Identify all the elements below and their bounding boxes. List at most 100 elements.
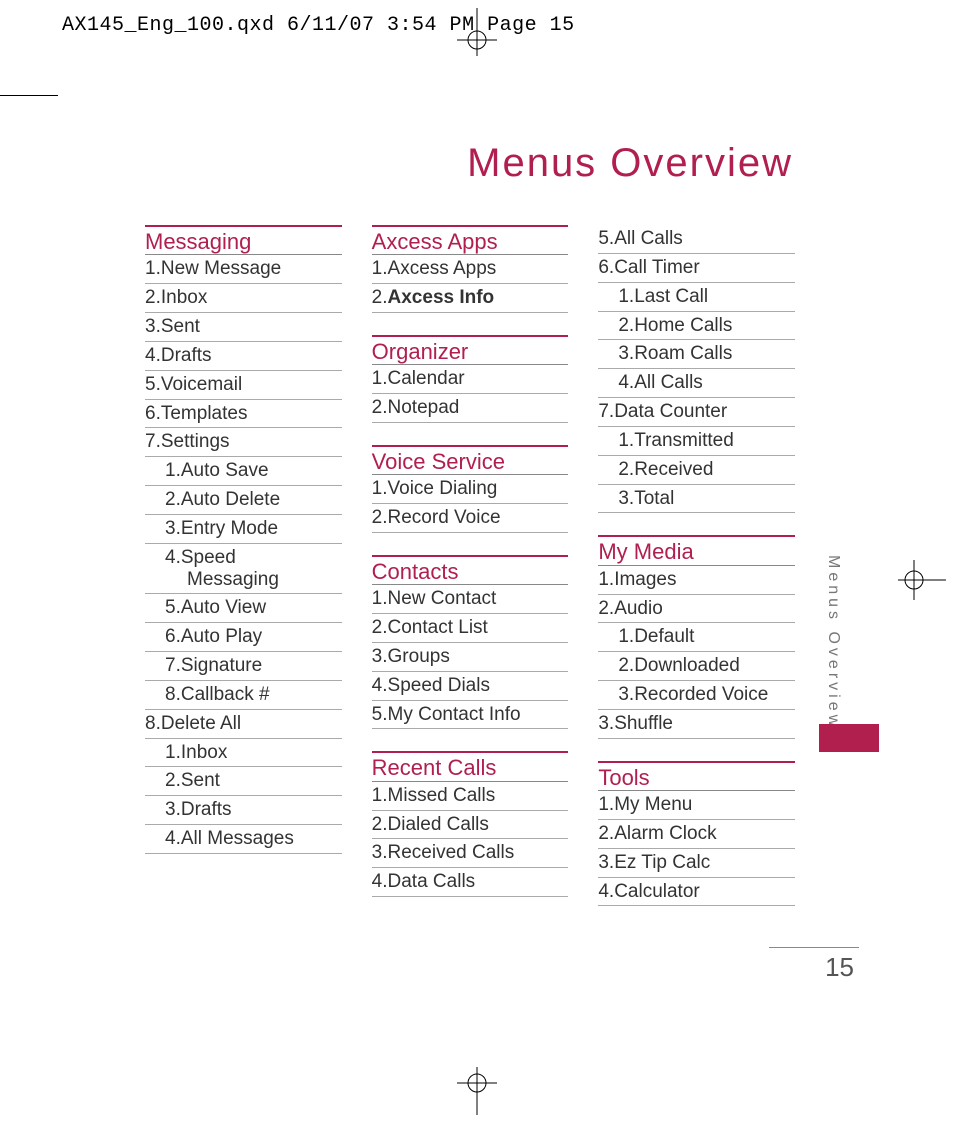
item-label: Axcess Info: [388, 287, 495, 308]
item-number: 1.: [618, 430, 634, 452]
item-number: 2.: [618, 315, 634, 337]
item-number: 4.: [598, 881, 614, 903]
item-number: 8.: [145, 713, 161, 735]
item-label: Contact List: [388, 617, 488, 638]
item-number: 3.: [145, 316, 161, 338]
submenu-item: 4. SpeedMessaging: [145, 544, 342, 595]
item-label: Delete All: [161, 713, 241, 734]
registration-mark-top-icon: [457, 8, 497, 56]
item-label: Speed: [181, 547, 236, 568]
section-title: Voice Service: [372, 445, 569, 475]
item-label: New Contact: [388, 588, 497, 609]
item-label: Alarm Clock: [614, 823, 716, 844]
menu-item: 5. My Contact Info: [372, 701, 569, 730]
menu-item: 1. Calendar: [372, 365, 569, 394]
menu-item: 2. Dialed Calls: [372, 811, 569, 840]
item-label: Auto Play: [181, 626, 262, 647]
item-number: 6.: [145, 403, 161, 425]
item-number: 3.: [598, 852, 614, 874]
item-label: All Messages: [181, 828, 294, 849]
menu-item: 5. Voicemail: [145, 371, 342, 400]
item-number: 2.: [372, 507, 388, 529]
item-number: 3.: [165, 799, 181, 821]
submenu-item: 3. Total: [598, 485, 795, 514]
item-number: 1.: [618, 286, 634, 308]
item-label: Auto Save: [181, 460, 269, 481]
menu-item: 3. Groups: [372, 643, 569, 672]
item-number: 1.: [145, 258, 161, 280]
item-number: 3.: [618, 684, 634, 706]
item-label: Default: [634, 626, 694, 647]
item-label: Auto Delete: [181, 489, 280, 510]
menu-item: 3. Ez Tip Calc: [598, 849, 795, 878]
submenu-item: 1. Inbox: [145, 739, 342, 768]
item-label: My Contact Info: [388, 704, 521, 725]
section-title: Organizer: [372, 335, 569, 365]
menu-item: 3. Sent: [145, 313, 342, 342]
menu-item: 1. New Contact: [372, 585, 569, 614]
item-number: 1.: [598, 569, 614, 591]
item-label: Shuffle: [614, 713, 673, 734]
item-number: 3.: [372, 646, 388, 668]
item-label: Axcess Apps: [388, 258, 497, 279]
section-title: Recent Calls: [372, 751, 569, 781]
thumb-tab-label: Menus Overview: [824, 555, 842, 730]
menu-item: 4. Speed Dials: [372, 672, 569, 701]
item-number: 6.: [165, 626, 181, 648]
item-number: 2.: [372, 617, 388, 639]
registration-mark-bottom-icon: [457, 1067, 497, 1115]
item-number: 2.: [145, 287, 161, 309]
submenu-item: 2. Received: [598, 456, 795, 485]
item-label: Templates: [161, 403, 248, 424]
item-number: 2.: [598, 823, 614, 845]
section-title: Tools: [598, 761, 795, 791]
item-number: 7.: [165, 655, 181, 677]
item-number: 1.: [372, 588, 388, 610]
item-label: Drafts: [181, 799, 232, 820]
submenu-item: 4. All Messages: [145, 825, 342, 854]
item-label: Record Voice: [388, 507, 501, 528]
menu-item: 1. Voice Dialing: [372, 475, 569, 504]
item-label: My Menu: [614, 794, 692, 815]
submenu-item: 1. Default: [598, 623, 795, 652]
item-label: Calculator: [614, 881, 700, 902]
menu-item: 1. Missed Calls: [372, 782, 569, 811]
item-label: Images: [614, 569, 676, 590]
submenu-item: 2. Auto Delete: [145, 486, 342, 515]
item-label: Last Call: [634, 286, 708, 307]
item-label: Audio: [614, 598, 663, 619]
item-label: Home Calls: [634, 315, 732, 336]
item-number: 4.: [372, 675, 388, 697]
menu-item: 7. Settings: [145, 428, 342, 457]
item-number: 7.: [145, 431, 161, 453]
menu-column: Messaging1. New Message2. Inbox3. Sent4.…: [145, 225, 342, 906]
menu-column: 5. All Calls6. Call Timer1. Last Call2. …: [598, 225, 795, 906]
item-label: Inbox: [161, 287, 207, 308]
submenu-item: 8. Callback #: [145, 681, 342, 710]
submenu-item: 3. Roam Calls: [598, 340, 795, 369]
item-number: 2.: [372, 287, 388, 309]
item-label: Inbox: [181, 742, 227, 763]
item-label: Voice Dialing: [388, 478, 498, 499]
item-label: Data Counter: [614, 401, 727, 422]
menu-item: 4. Calculator: [598, 878, 795, 907]
item-number: 2.: [372, 814, 388, 836]
menu-item: 2. Inbox: [145, 284, 342, 313]
item-label: Missed Calls: [388, 785, 496, 806]
section-title: Axcess Apps: [372, 225, 569, 255]
menu-item: 7. Data Counter: [598, 398, 795, 427]
submenu-item: 1. Auto Save: [145, 457, 342, 486]
menu-item: 6. Templates: [145, 400, 342, 429]
menu-item: 2. Audio: [598, 595, 795, 624]
menu-item: 4. Drafts: [145, 342, 342, 371]
item-number: 4.: [165, 828, 181, 850]
item-label: Received Calls: [388, 842, 515, 863]
menu-item: 2. Record Voice: [372, 504, 569, 533]
crop-mark-icon: [0, 95, 58, 96]
menu-item: 2. Notepad: [372, 394, 569, 423]
item-label: Settings: [161, 431, 230, 452]
submenu-item: 1. Transmitted: [598, 427, 795, 456]
item-label: Downloaded: [634, 655, 740, 676]
submenu-item: 3. Recorded Voice: [598, 681, 795, 710]
section-title: Contacts: [372, 555, 569, 585]
